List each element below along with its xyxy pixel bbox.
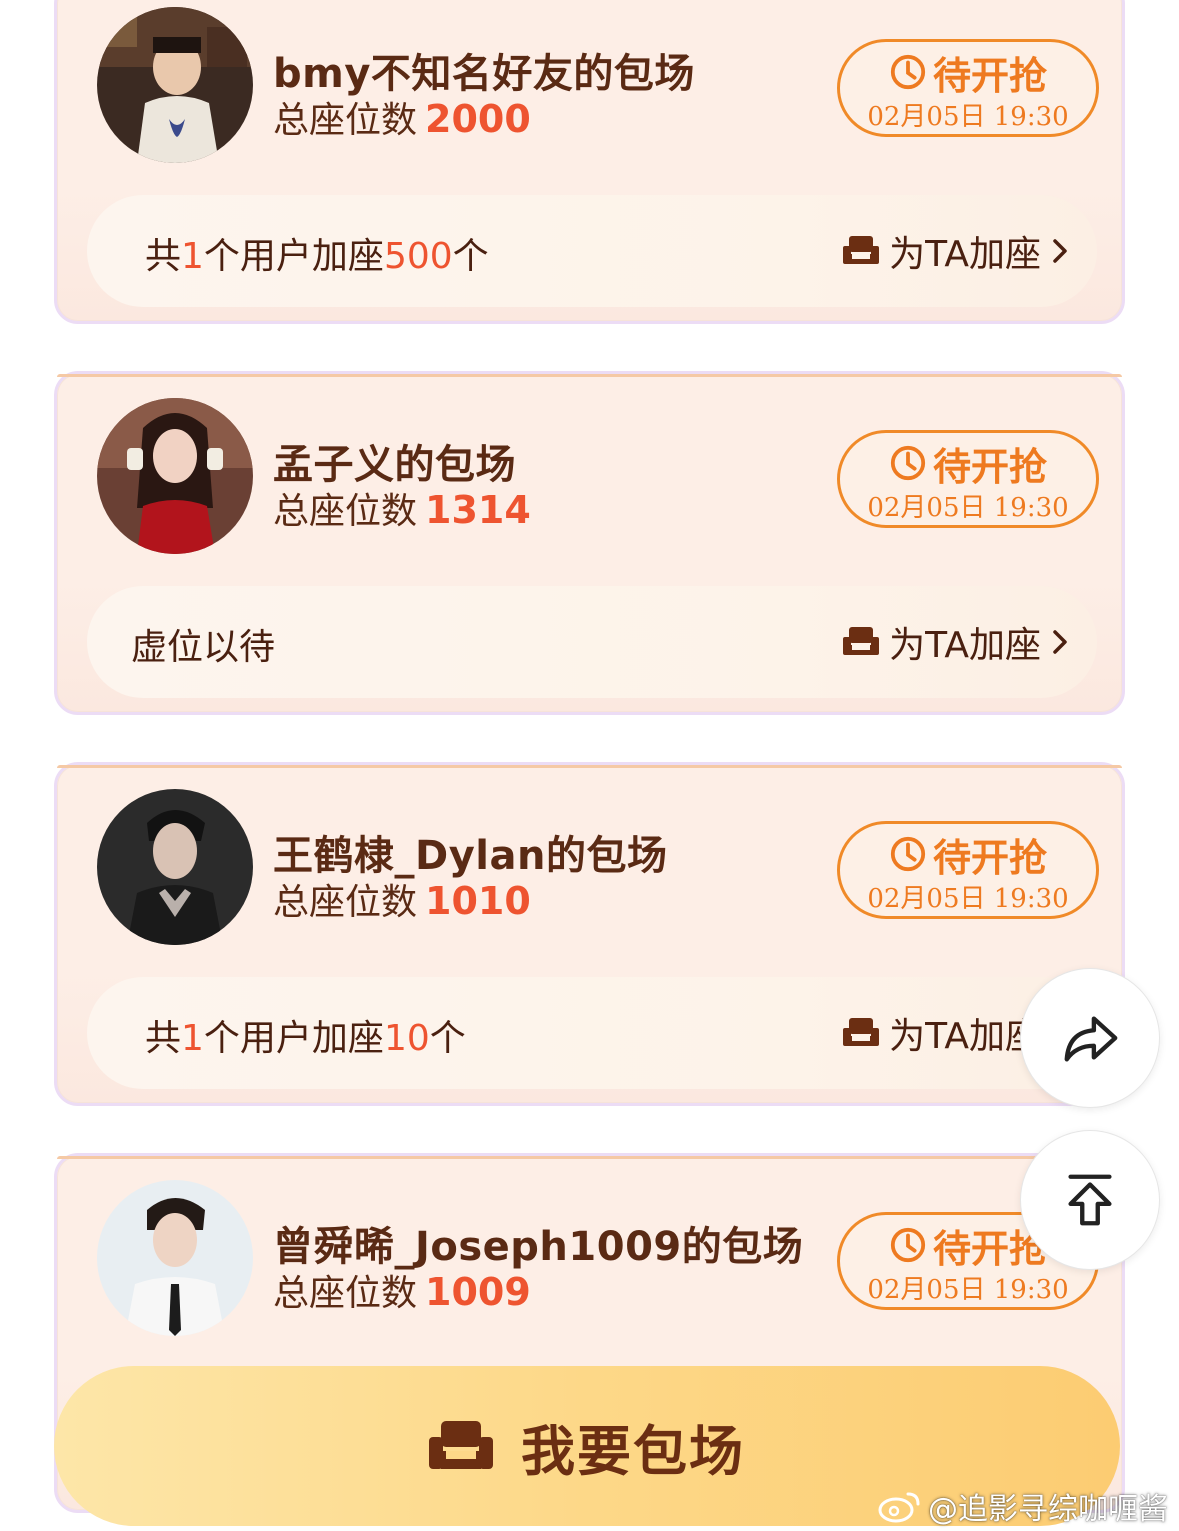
- sofa-icon: [843, 1018, 880, 1046]
- booking-card: 孟子义的包场 总座位数 1314 待开抢 02月05日 19:30 虚位以待 为T…: [54, 371, 1125, 715]
- clock-icon: [890, 54, 926, 90]
- total-seats-label: 总座位数: [273, 1273, 418, 1314]
- pending-grab-button[interactable]: 待开抢 02月05日 19:30: [837, 430, 1099, 528]
- added-seats-summary: 共1个用户加座500个: [145, 227, 489, 279]
- add-seat-link[interactable]: 为TA加座: [843, 616, 1069, 668]
- avatar-woman-red-dress: [97, 398, 253, 554]
- chevron-right-icon: [1053, 630, 1067, 654]
- watermark-text: @追影寻综咖喱酱: [928, 1492, 1168, 1527]
- seat-info-bar: 共1个用户加座500个 为TA加座: [87, 195, 1097, 307]
- total-seats: 总座位数 2000: [273, 91, 531, 143]
- total-seats-count: 1314: [425, 488, 531, 532]
- summary-user-count: 1: [181, 236, 204, 277]
- chevron-right-icon: [1053, 239, 1067, 263]
- summary-prefix: 共: [145, 236, 182, 277]
- total-seats-label: 总座位数: [273, 882, 418, 923]
- sofa-icon: [843, 236, 880, 264]
- total-seats: 总座位数 1009: [273, 1264, 531, 1316]
- host-avatar[interactable]: [97, 7, 253, 163]
- clock-icon: [890, 1227, 926, 1263]
- booking-card: 王鹤棣_Dylan的包场 总座位数 1010 待开抢 02月05日 19:30 共…: [54, 762, 1125, 1106]
- back-to-top-icon: [1068, 1174, 1112, 1226]
- avatar-man-dark: [97, 789, 253, 945]
- summary-prefix: 共: [145, 1018, 182, 1059]
- clock-icon: [890, 445, 926, 481]
- avatar-costume-man: [97, 7, 253, 163]
- pending-grab-button[interactable]: 待开抢 02月05日 19:30: [837, 821, 1099, 919]
- sofa-icon: [843, 627, 880, 655]
- status-time: 02月05日 19:30: [867, 102, 1069, 132]
- status-label: 待开抢: [932, 444, 1047, 489]
- status-time: 02月05日 19:30: [867, 884, 1069, 914]
- add-seat-label: 为TA加座: [889, 234, 1041, 275]
- host-avatar[interactable]: [97, 398, 253, 554]
- summary-seat-count: 10: [383, 1018, 430, 1059]
- status-time: 02月05日 19:30: [867, 1275, 1069, 1305]
- booking-card: bmy不知名好友的包场 总座位数 2000 待开抢 02月05日 19:30 共1…: [54, 0, 1125, 324]
- weibo-icon: [878, 1492, 920, 1523]
- status-time: 02月05日 19:30: [867, 493, 1069, 523]
- host-avatar[interactable]: [97, 1180, 253, 1336]
- summary-mid: 个用户加座: [203, 236, 384, 277]
- book-screening-label: 我要包场: [521, 1419, 745, 1483]
- host-avatar[interactable]: [97, 789, 253, 945]
- added-seats-summary: 共1个用户加座10个: [145, 1009, 466, 1061]
- status-label: 待开抢: [932, 835, 1047, 880]
- summary-suffix: 个: [452, 236, 489, 277]
- watermark: @追影寻综咖喱酱: [878, 1484, 1168, 1528]
- summary-suffix: 个: [429, 1018, 466, 1059]
- clock-icon: [890, 836, 926, 872]
- total-seats-label: 总座位数: [273, 491, 418, 532]
- total-seats-count: 1009: [425, 1270, 531, 1314]
- total-seats-count: 2000: [425, 97, 531, 141]
- avatar-man-suit: [97, 1180, 253, 1336]
- total-seats-count: 1010: [425, 879, 531, 923]
- total-seats: 总座位数 1010: [273, 873, 531, 925]
- add-seat-label: 为TA加座: [889, 625, 1041, 666]
- share-button[interactable]: [1020, 968, 1160, 1108]
- add-seat-label: 为TA加座: [889, 1016, 1041, 1057]
- total-seats: 总座位数 1314: [273, 482, 531, 534]
- status-label: 待开抢: [932, 53, 1047, 98]
- summary-user-count: 1: [181, 1018, 204, 1059]
- summary-seat-count: 500: [383, 236, 453, 277]
- total-seats-label: 总座位数: [273, 100, 418, 141]
- sofa-icon: [429, 1421, 493, 1469]
- add-seat-link[interactable]: 为TA加座: [843, 225, 1069, 277]
- back-to-top-button[interactable]: [1020, 1130, 1160, 1270]
- share-icon: [1064, 1016, 1118, 1062]
- seat-info-bar: 共1个用户加座10个 为TA加座: [87, 977, 1097, 1089]
- summary-mid: 个用户加座: [203, 1018, 384, 1059]
- seat-info-text: 虚位以待: [131, 627, 276, 668]
- seat-info-bar: 虚位以待 为TA加座: [87, 586, 1097, 698]
- pending-grab-button[interactable]: 待开抢 02月05日 19:30: [837, 39, 1099, 137]
